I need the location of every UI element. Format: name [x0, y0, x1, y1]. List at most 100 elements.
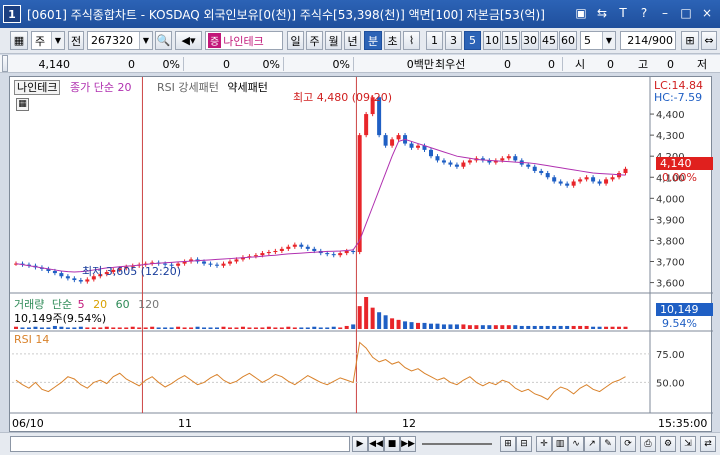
interval-45-button[interactable]: 45 [540, 31, 558, 50]
app-icon[interactable]: 1 [3, 5, 21, 23]
period-day-button[interactable]: 일 [287, 31, 304, 50]
volume-bar [318, 327, 323, 329]
candle-body [221, 263, 226, 266]
chart-area[interactable]: 4,4004,3004,2004,1004,0003,9003,8003,700… [9, 76, 713, 432]
link-icon[interactable]: ▣ [572, 4, 590, 22]
stop-icon[interactable]: ■ [384, 436, 400, 452]
close-icon[interactable]: × [698, 4, 716, 22]
legend-ma20[interactable]: 종가 단순 20 [70, 81, 131, 94]
volume-bar [195, 326, 200, 329]
code-input[interactable]: 267320 ▼ [87, 31, 153, 50]
minimize-icon[interactable]: – [656, 4, 674, 22]
zoom-slider[interactable] [422, 443, 492, 445]
scroll-right-icon[interactable]: ▶ [352, 436, 368, 452]
crosshair-icon[interactable]: ✛ [536, 436, 552, 452]
quote-bar: 4,140 0 0% 0 0% 0% 0백만 최우선 0 0 시 0 고 0 저 [0, 55, 720, 73]
line-icon[interactable]: ∿ [568, 436, 584, 452]
interval-30-button[interactable]: 30 [521, 31, 539, 50]
volume-bar [604, 326, 609, 329]
save-icon[interactable]: ⇲ [680, 436, 696, 452]
volume-bar [137, 327, 142, 329]
candle-body [461, 162, 466, 167]
price-tick-label: 4,400 [656, 110, 685, 121]
interval-5-button[interactable]: 5 [464, 31, 481, 50]
period-minute-button[interactable]: 분 [364, 31, 382, 50]
pin-icon[interactable]: T [614, 4, 632, 22]
swap-panels-icon[interactable]: ⇄ [700, 436, 716, 452]
stock-name-field[interactable]: 증 나인테크 [205, 31, 283, 50]
volume-bar [377, 312, 382, 329]
volume-bar [26, 327, 31, 329]
bar-chart-icon[interactable]: ▥ [552, 436, 568, 452]
type-select[interactable]: 주 ▼ [31, 31, 65, 50]
rsi-tick-label: 50.00 [656, 378, 685, 389]
volume-bar [396, 319, 401, 329]
legend-stock-name[interactable]: 나인테크 [14, 80, 61, 95]
volume-bar [39, 327, 44, 329]
rsi-title[interactable]: RSI 14 [14, 333, 49, 346]
zoom-out-icon[interactable]: ⊟ [516, 436, 532, 452]
tick-icon[interactable]: ⌇ [403, 31, 420, 50]
interval-60-button[interactable]: 60 [559, 31, 577, 50]
legend-weak-pattern[interactable]: 약세패턴 [227, 81, 267, 94]
volume-bar [591, 326, 596, 329]
quote-bar-handle[interactable] [2, 55, 8, 72]
legend-rsi-pattern[interactable]: RSI 강세패턴 [157, 81, 219, 94]
volume-bar [461, 324, 466, 329]
tools-icon[interactable]: ✎ [600, 436, 616, 452]
refresh-icon[interactable]: ⟳ [620, 436, 636, 452]
volume-bar [448, 324, 453, 329]
chevron-down-icon: ▼ [602, 32, 615, 49]
period-second-button[interactable]: 초 [384, 31, 401, 50]
candle-body [448, 162, 453, 165]
volume-bar [253, 327, 258, 329]
period-year-button[interactable]: 년 [344, 31, 361, 50]
candle-body [441, 160, 446, 163]
trade-amount: 0백만 [406, 58, 434, 71]
maximize-icon[interactable]: □ [677, 4, 695, 22]
swap-icon[interactable]: ⇆ [593, 4, 611, 22]
expand-icon[interactable]: ⇔ [701, 31, 717, 50]
table-icon[interactable]: ▦ [16, 98, 29, 111]
change-value: 0 [128, 57, 135, 71]
help-icon[interactable]: ? [635, 4, 653, 22]
candle-body [260, 253, 265, 256]
interval-3-button[interactable]: 3 [445, 31, 462, 50]
min-price-label: 최저 3,605 (12:20) [82, 265, 182, 278]
volume-bar [305, 327, 310, 329]
candle-body [390, 139, 395, 146]
value-3: 0 [223, 57, 230, 71]
page-field[interactable]: 214/900 [620, 31, 676, 50]
interval-15-button[interactable]: 15 [502, 31, 520, 50]
period-month-button[interactable]: 월 [325, 31, 342, 50]
zoom-in-icon[interactable]: ⊞ [500, 436, 516, 452]
volume-ma-60[interactable]: 60 [116, 298, 130, 311]
price-tick-label: 4,000 [656, 194, 685, 205]
candle-body [558, 181, 563, 184]
horizontal-scrollbar[interactable] [10, 436, 350, 452]
interval-10-button[interactable]: 10 [483, 31, 501, 50]
settings-icon[interactable]: ⚙ [660, 436, 676, 452]
volume-bar [513, 325, 518, 329]
trend-icon[interactable]: ↗ [584, 436, 600, 452]
chevron-down-icon: ▼ [139, 32, 152, 49]
interval-1-button[interactable]: 1 [426, 31, 443, 50]
candle-body [467, 160, 472, 163]
candle-body [72, 278, 77, 281]
rsi-line [15, 341, 626, 401]
candle-body [208, 263, 213, 265]
arrows-icon[interactable]: ⊞ [681, 31, 699, 50]
speaker-icon[interactable]: ◀▾ [175, 31, 202, 50]
rewind-icon[interactable]: ◀◀ [368, 436, 384, 452]
prev-button[interactable]: 전 [68, 31, 84, 50]
candle-body [286, 246, 291, 249]
forward-icon[interactable]: ▶▶ [400, 436, 416, 452]
grid-icon[interactable]: ▦ [10, 31, 28, 50]
volume-ma-120[interactable]: 120 [138, 298, 159, 311]
volume-bar [597, 326, 602, 329]
print-icon[interactable]: ⎙ [640, 436, 656, 452]
period-week-button[interactable]: 주 [306, 31, 323, 50]
current-price-tag: 4,140 [656, 157, 713, 170]
search-icon[interactable]: 🔍 [155, 31, 172, 50]
count-select[interactable]: 5 ▼ [580, 31, 616, 50]
